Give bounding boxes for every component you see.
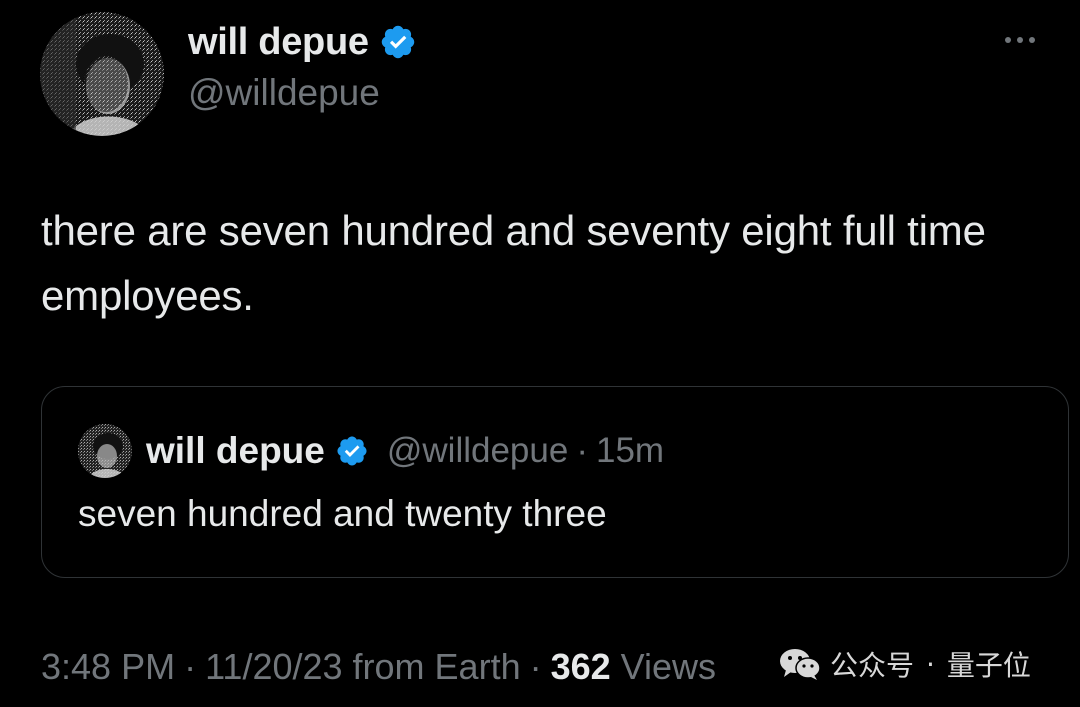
author-name-row: will depue (188, 20, 417, 64)
quoted-timestamp: 15m (595, 431, 665, 470)
watermark-separator: · (926, 647, 935, 681)
views-count[interactable]: 362 (551, 646, 611, 688)
tweet-source: from Earth (352, 646, 521, 687)
more-dot (1017, 37, 1023, 43)
tweet-meta: 3:48 PM · 11/20/23 from Earth · 362 View… (41, 642, 716, 692)
tweet-text: there are seven hundred and seventy eigh… (41, 207, 986, 319)
author-handle[interactable]: @willdepue (188, 72, 380, 114)
verified-badge-icon (379, 23, 417, 61)
watermark-channel-name: 量子位 (946, 649, 1031, 682)
quoted-author-handle: @willdepue (386, 431, 569, 470)
more-dot (1029, 37, 1035, 43)
views-label[interactable]: Views (621, 646, 716, 688)
more-dot (1005, 37, 1011, 43)
watermark-channel-type: 公众号 (830, 649, 915, 682)
author-avatar[interactable] (40, 12, 164, 136)
wechat-icon (778, 646, 822, 682)
meta-separator: · (529, 646, 542, 687)
meta-separator: · (184, 646, 197, 687)
tweet-date[interactable]: 11/20/23 (205, 646, 342, 688)
more-options-icon[interactable] (1002, 30, 1038, 50)
quoted-separator: · (576, 431, 588, 470)
quoted-author-avatar (78, 424, 132, 478)
quoted-author-display-name: will depue (146, 430, 325, 471)
watermark: 公众号 · 量子位 (778, 644, 1031, 684)
tweet-time[interactable]: 3:48 PM (41, 646, 175, 688)
quoted-tweet-card[interactable]: will depue @willdepue · 15m seven hundre… (41, 386, 1069, 578)
quoted-tweet-header: will depue @willdepue · 15m (78, 423, 664, 479)
author-display-name[interactable]: will depue (188, 21, 369, 64)
quoted-verified-badge-icon (335, 434, 369, 468)
quoted-tweet-text: seven hundred and twenty three (78, 493, 607, 534)
